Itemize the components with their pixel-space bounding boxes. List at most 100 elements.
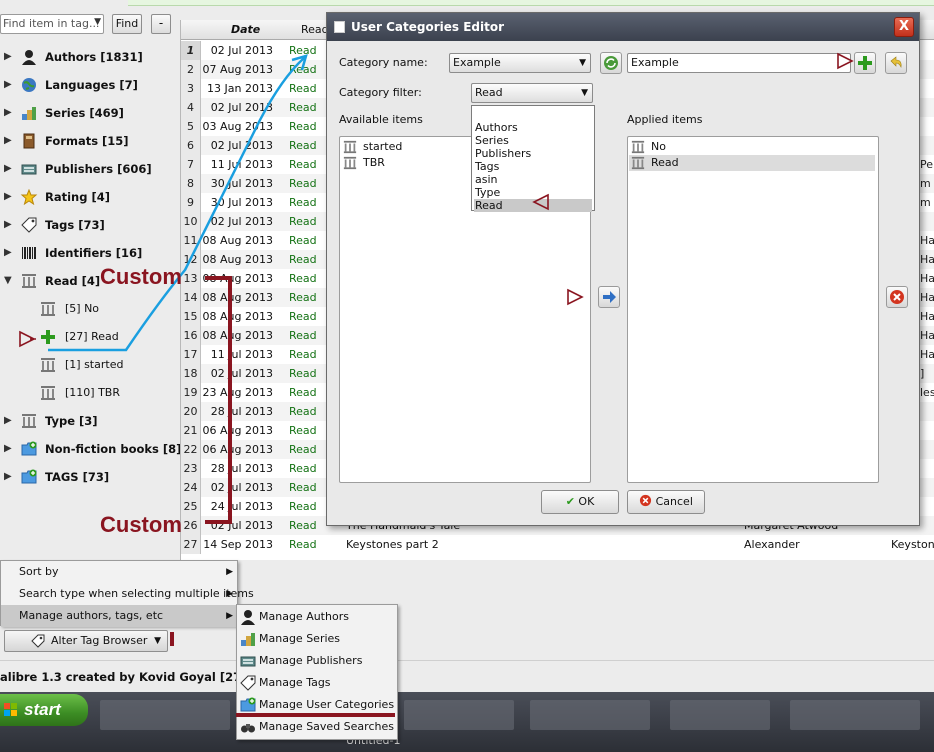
- tag-browser-child-item[interactable]: [1] started: [0, 353, 180, 377]
- read-cell: Read: [289, 82, 317, 95]
- taskbar-window-blurred[interactable]: [404, 700, 514, 730]
- submenu-item[interactable]: Manage User Categories: [237, 694, 397, 716]
- tag-browser: ▶ Authors [1831] ▶ Languages [7] ▶ Series [46…: [0, 40, 181, 560]
- taskbar-window-blurred[interactable]: [790, 700, 920, 730]
- chevron-right-icon[interactable]: ▶: [4, 437, 12, 461]
- read-cell: Read: [289, 291, 317, 304]
- taskbar-window-blurred[interactable]: [670, 700, 770, 730]
- list-item[interactable]: No: [629, 139, 875, 155]
- tag-browser-node-label: Read [4]: [45, 274, 101, 288]
- dropdown-option[interactable]: Type: [474, 186, 592, 199]
- date-cell: 02 Jul 2013: [210, 101, 273, 114]
- add-category-button[interactable]: [854, 52, 876, 74]
- dropdown-option[interactable]: Read: [474, 199, 592, 212]
- tag-browser-node[interactable]: ▶ Tags [73]: [0, 213, 180, 237]
- category-name-select[interactable]: Example ▼: [449, 53, 591, 73]
- tag-browser-node[interactable]: ▶ Identifiers [16]: [0, 241, 180, 265]
- chevron-right-icon[interactable]: ▶: [4, 465, 12, 489]
- list-item[interactable]: TBR: [341, 155, 587, 171]
- date-cell: 11 Jul 2013: [210, 158, 273, 171]
- apply-item-button[interactable]: [598, 286, 620, 308]
- submenu-item-label: Manage Tags: [259, 676, 331, 689]
- find-button[interactable]: Find: [112, 14, 142, 34]
- row-number: 13: [181, 269, 201, 288]
- category-filter-select[interactable]: Read ▼: [471, 83, 593, 103]
- cancel-button[interactable]: Cancel: [627, 490, 705, 514]
- collapse-button[interactable]: -: [151, 14, 171, 34]
- date-cell: 08 Aug 2013: [202, 310, 273, 323]
- chevron-right-icon[interactable]: ▶: [4, 241, 12, 265]
- read-cell: Read: [289, 101, 317, 114]
- date-cell: 30 Jul 2013: [210, 177, 273, 190]
- tag-browser-node[interactable]: ▶ Formats [15]: [0, 129, 180, 153]
- chevron-right-icon[interactable]: ▶: [4, 45, 12, 69]
- applied-items-label: Applied items: [627, 113, 703, 126]
- menu-item-manage[interactable]: Manage authors, tags, etc ▶: [1, 605, 237, 627]
- rename-category-input[interactable]: Example: [627, 53, 851, 73]
- chevron-right-icon[interactable]: ▶: [4, 213, 12, 237]
- date-cell: 14 Sep 2013: [203, 538, 273, 551]
- tag-browser-node[interactable]: ▶ Non-fiction books [8]: [0, 437, 181, 461]
- column-header-read[interactable]: Read: [301, 23, 329, 36]
- dropdown-option[interactable]: asin: [474, 173, 592, 186]
- list-item[interactable]: started: [341, 139, 587, 155]
- alter-tag-browser-button[interactable]: Alter Tag Browser ▼: [4, 630, 168, 652]
- menu-item-search-type[interactable]: Search type when selecting multiple item…: [1, 583, 254, 605]
- submenu-item-label: Manage Saved Searches: [259, 720, 394, 733]
- submenu-item[interactable]: Manage Authors: [237, 606, 397, 628]
- tag-browser-child-item[interactable]: [110] TBR: [0, 381, 180, 405]
- submenu-item[interactable]: Manage Tags: [237, 672, 397, 694]
- chevron-right-icon[interactable]: ▶: [4, 73, 12, 97]
- tag-browser-child-item[interactable]: [5] No: [0, 297, 180, 321]
- read-cell: Read: [289, 329, 317, 342]
- chevron-right-icon[interactable]: ▶: [4, 185, 12, 209]
- column-icon: [343, 156, 357, 170]
- tag-browser-node[interactable]: ▶ Rating [4]: [0, 185, 180, 209]
- date-cell: 06 Aug 2013: [202, 424, 273, 437]
- tag-browser-node-label: Series [469]: [45, 106, 124, 120]
- plus-icon: [41, 330, 55, 344]
- read-cell: Read: [289, 519, 317, 532]
- start-button[interactable]: start: [0, 694, 88, 726]
- menu-item-sort-by[interactable]: Sort by ▶: [1, 561, 237, 583]
- tag-browser-node[interactable]: ▶ Series [469]: [0, 101, 180, 125]
- user-categories-editor-dialog: User Categories Editor X Category name: …: [326, 12, 920, 526]
- tag-browser-node[interactable]: ▶ Authors [1831]: [0, 45, 180, 69]
- dialog-titlebar[interactable]: User Categories Editor X: [327, 13, 919, 41]
- remove-item-button[interactable]: [886, 286, 908, 308]
- table-row[interactable]: 27 14 Sep 2013 Read Keystones part 2 Alexand…: [181, 535, 934, 554]
- tag-browser-node[interactable]: ▶ Publishers [606]: [0, 157, 180, 181]
- column-header-date[interactable]: Date: [231, 23, 260, 36]
- ok-button[interactable]: ✔ OK: [541, 490, 619, 514]
- taskbar-window-blurred[interactable]: [100, 700, 230, 730]
- close-button[interactable]: X: [894, 17, 914, 37]
- applied-items-list[interactable]: [627, 136, 879, 483]
- submenu-item[interactable]: Manage Series: [237, 628, 397, 650]
- row-number: 24: [181, 478, 201, 497]
- main-toolbar-edge: [128, 0, 934, 6]
- rename-category-button[interactable]: [885, 52, 907, 74]
- chevron-right-icon[interactable]: ▶: [4, 101, 12, 125]
- list-item[interactable]: Read: [629, 155, 875, 171]
- dropdown-option[interactable]: [474, 108, 592, 121]
- tag-search-input[interactable]: Find item in tag... ▼: [0, 14, 104, 34]
- tag-browser-node[interactable]: ▶ Languages [7]: [0, 73, 180, 97]
- tag-browser-node[interactable]: ▶ Type [3]: [0, 409, 180, 433]
- chevron-right-icon[interactable]: ▶: [4, 129, 12, 153]
- taskbar-window-blurred[interactable]: [530, 700, 650, 730]
- submenu-item[interactable]: Manage Publishers: [237, 650, 397, 672]
- tag-browser-child-item[interactable]: [27] Read: [0, 325, 180, 349]
- tag-browser-node[interactable]: ▶ TAGS [73]: [0, 465, 180, 489]
- chevron-down-icon[interactable]: ▼: [94, 17, 101, 27]
- dialog-title: User Categories Editor: [351, 20, 505, 34]
- chevron-down-icon[interactable]: ▼: [4, 269, 12, 293]
- status-text: alibre 1.3 created by Kovid Goyal [27 of…: [0, 670, 271, 684]
- dropdown-option[interactable]: Authors: [474, 121, 592, 134]
- delete-category-button[interactable]: [600, 52, 622, 74]
- date-cell: 28 Jul 2013: [210, 462, 273, 475]
- truncated-cell: Har: [920, 272, 934, 285]
- read-cell: Read: [289, 196, 317, 209]
- submenu-item[interactable]: Manage Saved Searches: [237, 716, 397, 738]
- chevron-right-icon[interactable]: ▶: [4, 409, 12, 433]
- chevron-right-icon[interactable]: ▶: [4, 157, 12, 181]
